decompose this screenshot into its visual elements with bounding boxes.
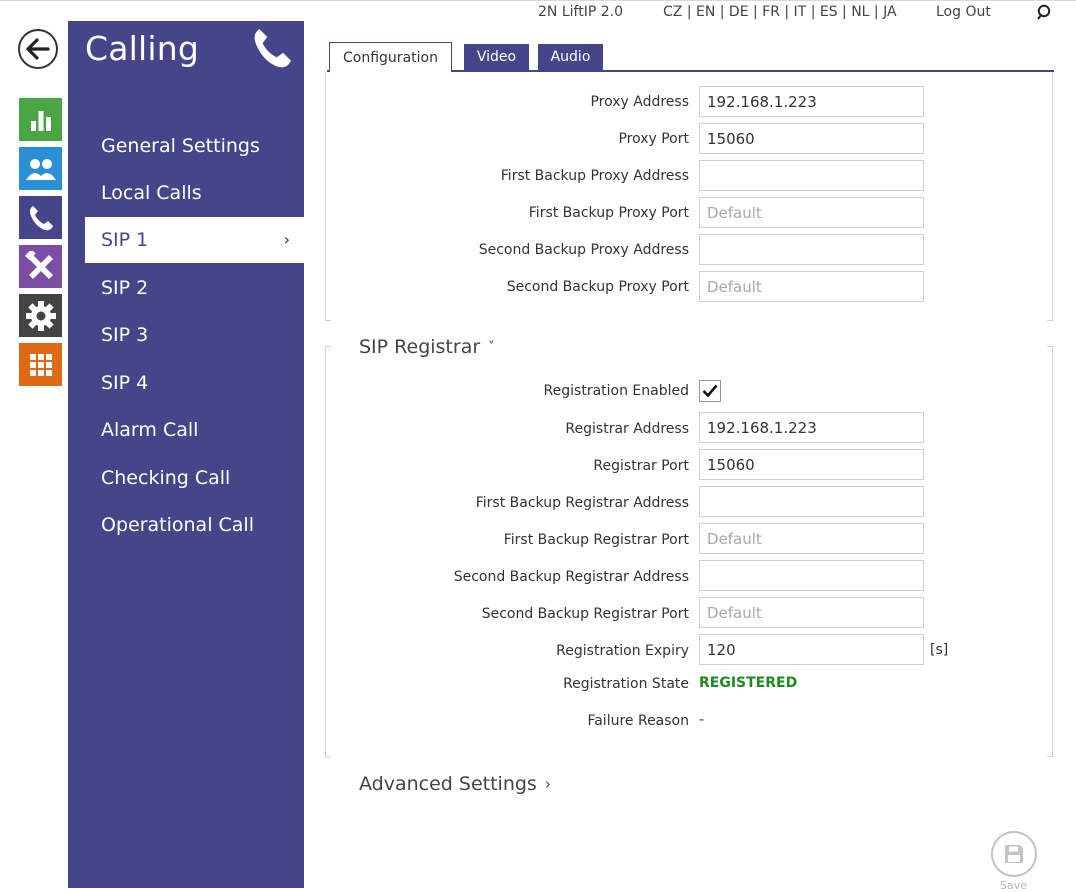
tab-configuration[interactable]: Configuration xyxy=(329,42,452,72)
first-backup-proxy-port-input[interactable] xyxy=(699,197,924,228)
registrar-port-label: Registrar Port xyxy=(593,458,689,474)
section-frame xyxy=(325,320,331,321)
failure-reason-label: Failure Reason xyxy=(587,713,689,729)
section-frame xyxy=(1052,72,1053,320)
hardware-icon[interactable] xyxy=(19,245,62,288)
chevron-down-icon: ˅ xyxy=(488,340,495,355)
page-title: Calling xyxy=(85,29,200,68)
sidebar-item-sip-4[interactable]: SIP 4 xyxy=(85,360,304,406)
phone-icon xyxy=(250,26,294,70)
second-backup-registrar-address-label: Second Backup Registrar Address xyxy=(453,569,689,585)
sidebar-item-label: SIP 2 xyxy=(101,277,149,299)
save-label: Save xyxy=(1000,879,1028,892)
proxy-address-label: Proxy Address xyxy=(590,94,689,110)
sidebar-item-sip-1[interactable]: SIP 1 › xyxy=(85,217,304,263)
second-backup-proxy-address-label: Second Backup Proxy Address xyxy=(478,242,689,258)
registration-enabled-checkbox[interactable] xyxy=(699,380,721,402)
logout-link[interactable]: Log Out xyxy=(936,4,991,20)
proxy-address-input[interactable] xyxy=(699,86,924,117)
sidebar-item-general-settings[interactable]: General Settings xyxy=(85,123,304,169)
section-frame xyxy=(325,72,326,320)
first-backup-proxy-port-label: First Backup Proxy Port xyxy=(528,205,689,221)
failure-reason-value: - xyxy=(699,712,705,728)
registrar-port-input[interactable] xyxy=(699,449,924,480)
first-backup-registrar-address-input[interactable] xyxy=(699,486,924,517)
services-icon[interactable] xyxy=(19,294,62,337)
floppy-disk-icon xyxy=(1005,845,1023,863)
second-backup-registrar-port-label: Second Backup Registrar Port xyxy=(481,606,689,622)
section-frame xyxy=(1047,320,1053,321)
sidebar-item-alarm-call[interactable]: Alarm Call xyxy=(85,407,304,453)
second-backup-proxy-port-label: Second Backup Proxy Port xyxy=(506,279,689,295)
section-frame xyxy=(1047,756,1053,757)
sidebar-item-label: SIP 3 xyxy=(101,324,149,346)
language-selector[interactable]: CZ | EN | DE | FR | IT | ES | NL | JA xyxy=(663,4,897,20)
advanced-settings-title: Advanced Settings xyxy=(359,773,537,795)
sidebar-item-label: Local Calls xyxy=(101,182,202,204)
sidebar-item-label: Checking Call xyxy=(101,467,231,489)
proxy-port-input[interactable] xyxy=(699,123,924,154)
registration-state-label: Registration State xyxy=(563,676,689,692)
first-backup-registrar-port-label: First Backup Registrar Port xyxy=(503,532,689,548)
first-backup-proxy-address-input[interactable] xyxy=(699,160,924,191)
second-backup-registrar-address-input[interactable] xyxy=(699,560,924,591)
back-arrow-icon[interactable] xyxy=(18,29,58,69)
calling-icon[interactable] xyxy=(19,196,62,239)
checkmark-icon xyxy=(702,384,718,398)
registration-state-value: REGISTERED xyxy=(699,675,798,691)
first-backup-registrar-address-label: First Backup Registrar Address xyxy=(475,495,689,511)
device-name: 2N LiftIP 2.0 xyxy=(538,4,623,20)
sip-registrar-section-toggle[interactable]: SIP Registrar ˅ xyxy=(359,336,495,358)
registrar-address-label: Registrar Address xyxy=(565,421,689,437)
sidebar-item-label: Alarm Call xyxy=(101,419,199,441)
second-backup-proxy-port-input[interactable] xyxy=(699,271,924,302)
save-button[interactable] xyxy=(991,831,1037,877)
chevron-right-icon: › xyxy=(283,230,290,249)
registration-enabled-label: Registration Enabled xyxy=(543,383,689,399)
first-backup-registrar-port-input[interactable] xyxy=(699,523,924,554)
section-frame xyxy=(325,346,331,347)
sidebar-item-label: General Settings xyxy=(101,135,260,157)
section-frame xyxy=(1052,346,1053,756)
second-backup-proxy-address-input[interactable] xyxy=(699,234,924,265)
sidebar: Calling General Settings Local Calls SIP… xyxy=(68,21,304,888)
registration-expiry-input[interactable] xyxy=(699,634,924,665)
first-backup-proxy-address-label: First Backup Proxy Address xyxy=(500,168,689,184)
advanced-settings-toggle[interactable]: Advanced Settings › xyxy=(359,773,551,795)
sidebar-item-label: SIP 4 xyxy=(101,372,149,394)
sidebar-item-local-calls[interactable]: Local Calls xyxy=(85,170,304,216)
system-icon[interactable] xyxy=(19,343,62,386)
sip-registrar-title: SIP Registrar xyxy=(359,336,481,358)
top-border xyxy=(0,0,1076,1)
sidebar-item-checking-call[interactable]: Checking Call xyxy=(85,455,304,501)
tab-audio[interactable]: Audio xyxy=(538,44,603,70)
expiry-unit: [s] xyxy=(930,642,949,658)
directory-icon[interactable] xyxy=(19,147,62,190)
section-frame xyxy=(1047,346,1053,347)
registrar-address-input[interactable] xyxy=(699,412,924,443)
status-icon[interactable] xyxy=(19,98,62,141)
search-icon[interactable] xyxy=(1034,3,1054,23)
tab-video[interactable]: Video xyxy=(464,44,529,70)
sidebar-item-sip-3[interactable]: SIP 3 xyxy=(85,312,304,358)
sidebar-item-sip-2[interactable]: SIP 2 xyxy=(85,265,304,311)
section-frame xyxy=(325,756,331,757)
sidebar-item-label: Operational Call xyxy=(101,514,254,536)
second-backup-registrar-port-input[interactable] xyxy=(699,597,924,628)
chevron-right-icon: › xyxy=(544,775,551,793)
sidebar-item-label: SIP 1 xyxy=(101,229,149,251)
section-frame xyxy=(325,346,326,756)
proxy-port-label: Proxy Port xyxy=(618,131,689,147)
sidebar-item-operational-call[interactable]: Operational Call xyxy=(85,502,304,548)
registration-expiry-label: Registration Expiry xyxy=(556,643,689,659)
